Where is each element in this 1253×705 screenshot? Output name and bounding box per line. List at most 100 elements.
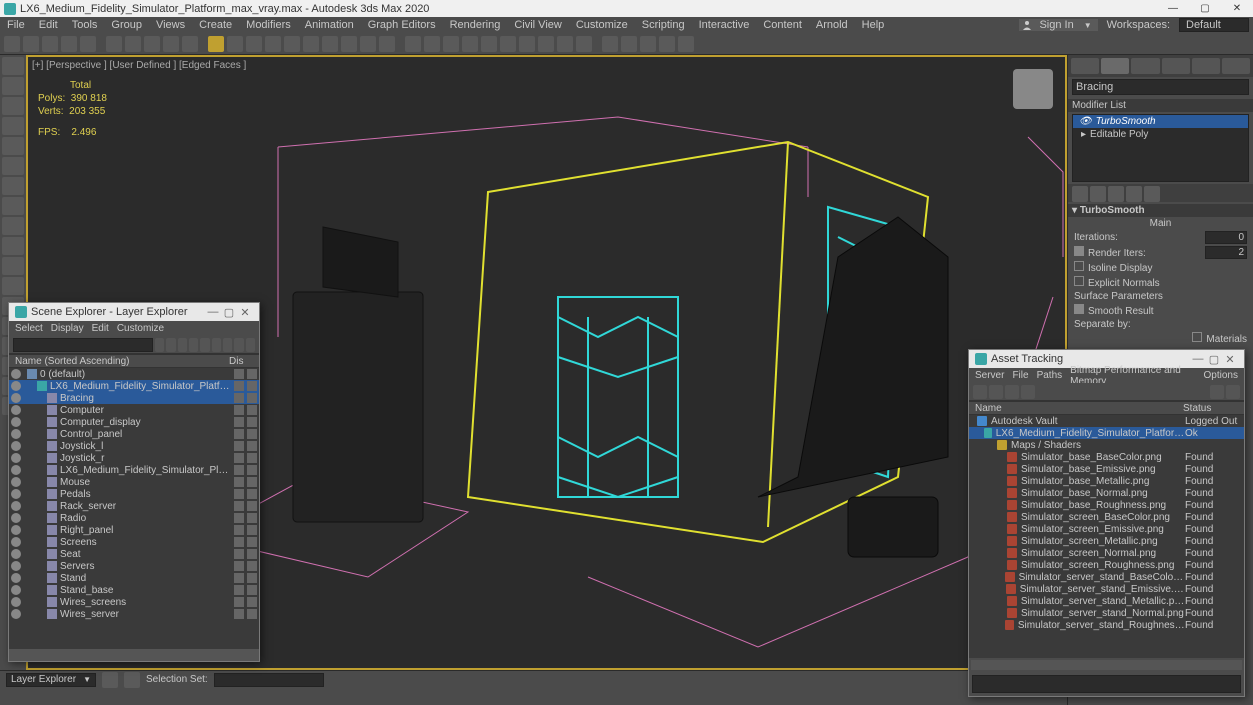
visibility-icon[interactable] [11,549,21,559]
asset-row[interactable]: LX6_Medium_Fidelity_Simulator_Platform_m… [969,427,1244,439]
asset-panel-maximize[interactable]: ▢ [1206,353,1222,366]
toolbar-extra-1[interactable] [405,36,421,52]
display-icon[interactable] [247,465,257,475]
asset-menu-file[interactable]: File [1012,370,1028,381]
make-unique-button[interactable] [1108,186,1124,202]
left-tool-12[interactable] [2,277,24,295]
menu-animation[interactable]: Animation [302,19,357,31]
display-icon[interactable] [247,369,257,379]
menu-file[interactable]: File [4,19,28,31]
freeze-icon[interactable] [234,573,244,583]
asset-row[interactable]: Simulator_screen_Normal.png Found [969,547,1244,559]
toolbar-align[interactable] [246,36,262,52]
visibility-icon[interactable] [11,369,21,379]
display-icon[interactable] [247,537,257,547]
freeze-icon[interactable] [234,525,244,535]
left-tool-5[interactable] [2,137,24,155]
modifier-stack[interactable]: 👁 TurboSmooth ▸ Editable Poly [1072,114,1249,182]
toolbar-extra-13[interactable] [640,36,656,52]
toolbar-select[interactable] [80,36,96,52]
asset-row[interactable]: Simulator_screen_BaseColor.png Found [969,511,1244,523]
layer-menu-select[interactable]: Select [15,323,43,334]
menu-scripting[interactable]: Scripting [639,19,688,31]
toolbar-rotate[interactable] [125,36,141,52]
toolbar-render-setup[interactable] [341,36,357,52]
layer-row[interactable]: Servers [9,560,259,572]
selset-combo[interactable] [214,673,324,687]
layer-row[interactable]: Control_panel [9,428,259,440]
visibility-icon[interactable] [11,537,21,547]
display-icon[interactable] [247,513,257,523]
layer-menu-display[interactable]: Display [51,323,84,334]
left-tool-3[interactable] [2,97,24,115]
freeze-icon[interactable] [234,561,244,571]
iterations-spinner[interactable]: 0 [1205,231,1247,244]
toolbar-angle-snap[interactable] [182,36,198,52]
asset-row[interactable]: Simulator_server_stand_Roughness.png Fou… [969,619,1244,631]
toolbar-extra-7[interactable] [519,36,535,52]
freeze-icon[interactable] [234,477,244,487]
asset-hscroll[interactable] [971,660,1242,670]
layer-tool-4[interactable] [200,338,209,352]
layer-row[interactable]: Bracing [9,392,259,404]
menu-interactive[interactable]: Interactive [696,19,753,31]
asset-row[interactable]: Simulator_server_stand_BaseColor.png Fou… [969,571,1244,583]
visibility-icon[interactable] [11,597,21,607]
tab-create[interactable] [1071,58,1099,74]
freeze-icon[interactable] [234,597,244,607]
layer-row[interactable]: Wires_screens [9,596,259,608]
layer-tool-3[interactable] [189,338,198,352]
freeze-icon[interactable] [234,585,244,595]
visibility-icon[interactable] [11,585,21,595]
display-icon[interactable] [247,501,257,511]
menu-edit[interactable]: Edit [36,19,61,31]
tab-modify[interactable] [1101,58,1129,74]
layer-tool-6[interactable] [223,338,232,352]
menu-views[interactable]: Views [153,19,188,31]
visibility-icon[interactable] [11,405,21,415]
status-lock-button[interactable] [102,672,118,688]
layer-row[interactable]: Rack_server [9,500,259,512]
layer-row[interactable]: LX6_Medium_Fidelity_Simulator_Platform [9,464,259,476]
asset-panel-minimize[interactable]: — [1190,353,1206,365]
display-icon[interactable] [247,393,257,403]
toolbar-extra-15[interactable] [678,36,694,52]
display-icon[interactable] [247,453,257,463]
toolbar-extra-2[interactable] [424,36,440,52]
explorer-combo[interactable]: Layer Explorer ▼ [6,673,96,687]
layer-explorer-panel[interactable]: Scene Explorer - Layer Explorer — ▢ ✕ Se… [8,302,260,662]
left-tool-10[interactable] [2,237,24,255]
freeze-icon[interactable] [234,429,244,439]
toolbar-scale[interactable] [144,36,160,52]
configure-sets-button[interactable] [1144,186,1160,202]
freeze-icon[interactable] [234,501,244,511]
layer-row[interactable]: 0 (default) [9,368,259,380]
layer-row[interactable]: Computer_display [9,416,259,428]
window-minimize[interactable]: — [1161,3,1185,14]
asset-tool-4[interactable] [1021,385,1035,399]
asset-row[interactable]: Simulator_base_Metallic.png Found [969,475,1244,487]
asset-column-header[interactable]: Name Status [969,401,1244,415]
toolbar-render-frame[interactable] [360,36,376,52]
menu-grapheditors[interactable]: Graph Editors [365,19,439,31]
display-icon[interactable] [247,525,257,535]
menu-civilview[interactable]: Civil View [511,19,564,31]
asset-tool-1[interactable] [973,385,987,399]
asset-row[interactable]: Simulator_server_stand_Emissive.png Foun… [969,583,1244,595]
toolbar-extra-14[interactable] [659,36,675,52]
menu-rendering[interactable]: Rendering [447,19,504,31]
visibility-icon[interactable] [11,513,21,523]
left-tool-8[interactable] [2,197,24,215]
freeze-icon[interactable] [234,405,244,415]
toolbar-extra-8[interactable] [538,36,554,52]
display-icon[interactable] [247,585,257,595]
display-icon[interactable] [247,441,257,451]
freeze-icon[interactable] [234,453,244,463]
layer-tool-7[interactable] [234,338,243,352]
display-icon[interactable] [247,429,257,439]
turbosmooth-rollout[interactable]: ▾ TurboSmooth [1068,204,1253,217]
display-icon[interactable] [247,477,257,487]
smooth-check[interactable] [1074,304,1084,314]
menu-help[interactable]: Help [859,19,888,31]
toolbar-snap[interactable] [163,36,179,52]
